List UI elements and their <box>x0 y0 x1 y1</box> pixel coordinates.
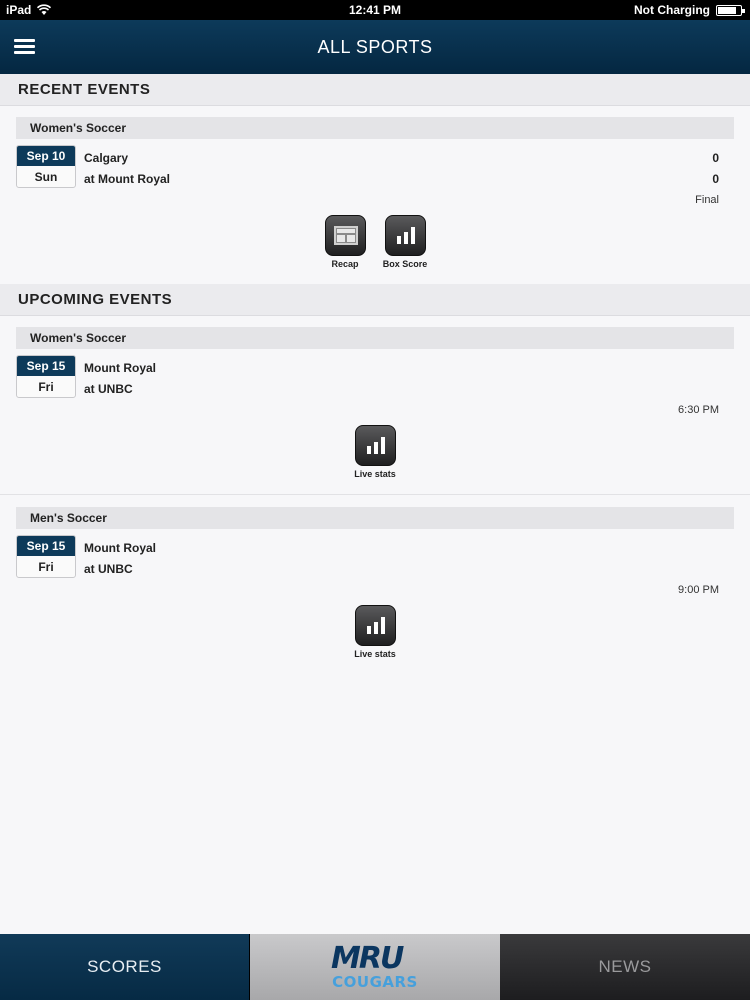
away-team: at Mount Royal <box>84 172 170 186</box>
date-badge: Sep 15 Fri <box>16 355 76 398</box>
tab-bar: SCORES MRU COUGARS NEWS <box>0 934 750 1000</box>
home-team: Mount Royal <box>84 361 156 375</box>
sport-header: Women's Soccer <box>16 327 734 349</box>
section-header-recent: RECENT EVENTS <box>0 74 750 106</box>
tab-home-logo[interactable]: MRU COUGARS <box>250 934 500 1000</box>
charging-status: Not Charging <box>634 3 710 17</box>
section-header-upcoming: UPCOMING EVENTS <box>0 284 750 316</box>
battery-icon <box>716 4 745 16</box>
home-team: Mount Royal <box>84 541 156 555</box>
box-score-label: Box Score <box>382 259 428 269</box>
home-score: 0 <box>712 151 719 165</box>
tab-scores[interactable]: SCORES <box>0 934 250 1000</box>
mru-cougars-logo: MRU COUGARS <box>325 939 425 995</box>
event-weekday: Sun <box>34 170 58 184</box>
away-team: at UNBC <box>84 562 133 576</box>
away-team: at UNBC <box>84 382 133 396</box>
live-stats-label: Live stats <box>354 649 396 659</box>
recap-icon <box>324 215 366 256</box>
event-date: Sep 15 <box>17 536 75 556</box>
event-date: Sep 15 <box>17 356 75 376</box>
event-weekday: Fri <box>38 560 54 574</box>
bar-chart-icon <box>354 605 396 646</box>
game-time: 9:00 PM <box>678 584 719 596</box>
divider <box>0 494 750 495</box>
recap-button[interactable]: Recap <box>315 215 375 269</box>
date-badge: Sep 15 Fri <box>16 535 76 578</box>
nav-bar: ALL SPORTS <box>0 20 750 74</box>
away-score: 0 <box>712 172 719 186</box>
recap-label: Recap <box>331 259 359 269</box>
game-status: Final <box>695 194 719 206</box>
bar-chart-icon <box>354 425 396 466</box>
game-time: 6:30 PM <box>678 404 719 416</box>
tab-news[interactable]: NEWS <box>500 934 750 1000</box>
live-stats-button[interactable]: Live stats <box>345 425 405 479</box>
logo-cougars-text: COUGARS <box>332 973 418 991</box>
live-stats-button[interactable]: Live stats <box>345 605 405 659</box>
sport-header: Men's Soccer <box>16 507 734 529</box>
date-badge: Sep 10 Sun <box>16 145 76 188</box>
status-bar: iPad 12:41 PM Not Charging <box>0 0 750 20</box>
live-stats-label: Live stats <box>354 469 396 479</box>
logo-mru-text: MRU <box>331 941 404 976</box>
page-title: ALL SPORTS <box>317 37 433 57</box>
bar-chart-icon <box>384 215 426 256</box>
event-date: Sep 10 <box>17 146 75 166</box>
box-score-button[interactable]: Box Score <box>375 215 435 269</box>
home-team: Calgary <box>84 151 129 165</box>
sport-header: Women's Soccer <box>16 117 734 139</box>
event-weekday: Fri <box>38 380 54 394</box>
